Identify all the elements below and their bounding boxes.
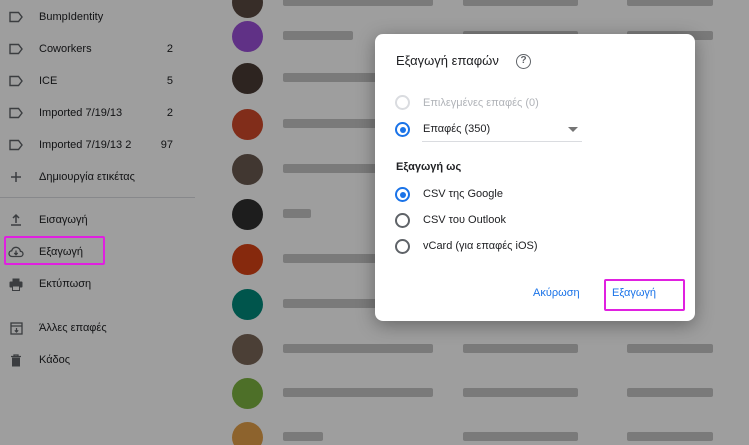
highlight-box-sidebar-export [4, 236, 105, 265]
contacts-option-label: Επαφές (350) [423, 123, 491, 135]
export-contacts-dialog: Εξαγωγή επαφών ? Επιλεγμένες επαφές (0) … [375, 34, 695, 321]
dialog-title: Εξαγωγή επαφών [396, 53, 499, 68]
highlight-box-export-button [604, 279, 685, 311]
cancel-button[interactable]: Ακύρωση [533, 287, 580, 299]
selected-contacts-label: Επιλεγμένες επαφές (0) [423, 97, 539, 109]
contacts-select-underline [422, 141, 582, 142]
radio-outlook-csv[interactable] [395, 213, 410, 228]
google-csv-label: CSV της Google [423, 188, 503, 200]
chevron-down-icon[interactable] [568, 127, 578, 132]
export-as-heading: Εξαγωγή ως [396, 161, 462, 173]
help-icon[interactable]: ? [516, 54, 531, 69]
radio-google-csv[interactable] [395, 187, 410, 202]
vcard-label: vCard (για επαφές iOS) [423, 240, 538, 252]
radio-selected-contacts[interactable] [395, 95, 410, 110]
radio-contacts[interactable] [395, 122, 410, 137]
outlook-csv-label: CSV του Outlook [423, 214, 506, 226]
radio-vcard[interactable] [395, 239, 410, 254]
